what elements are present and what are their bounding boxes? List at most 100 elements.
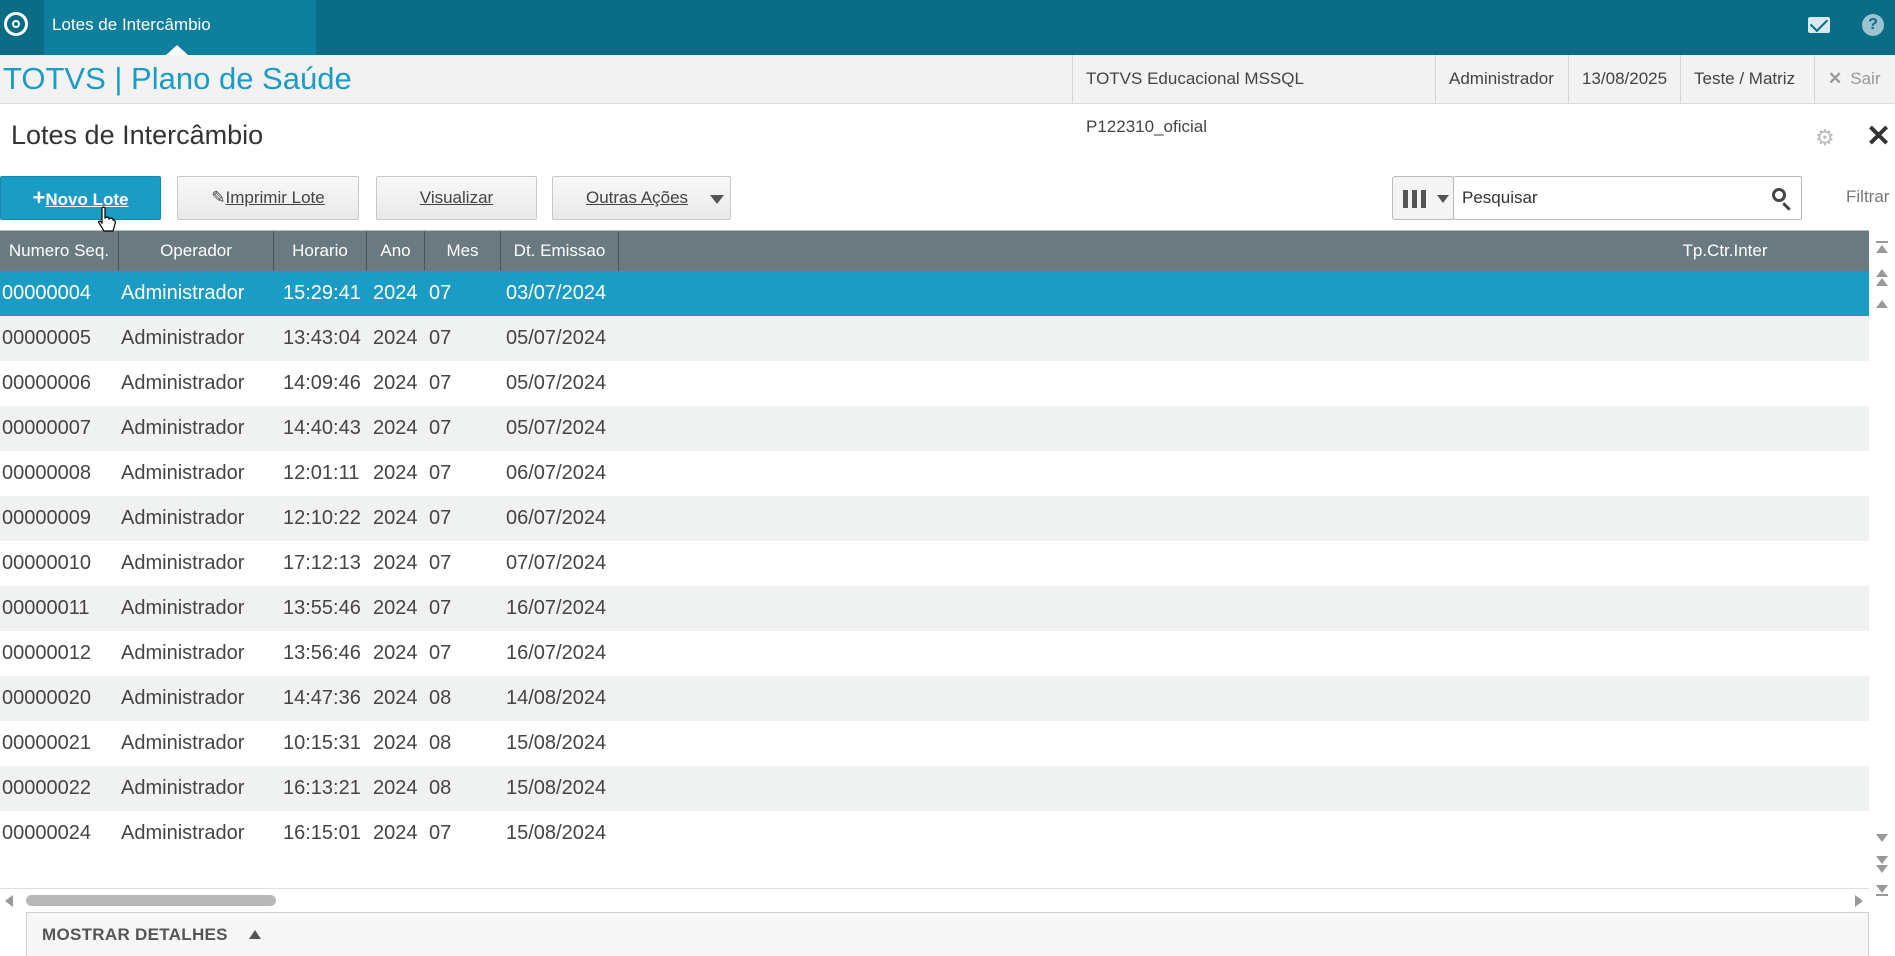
table-row[interactable]: 00000009 Administrador 12:10:22 2024 07 06/07…: [0, 496, 1869, 541]
table-row[interactable]: 00000005 Administrador 13:43:04 2024 07 05/07…: [0, 316, 1869, 361]
cell-ano: 2024: [373, 372, 418, 394]
search-icon[interactable]: [1772, 188, 1786, 202]
scroll-to-bottom-icon[interactable]: [1876, 885, 1888, 893]
col-header-horario[interactable]: Horario: [274, 231, 367, 271]
cell-ano: 2024: [373, 597, 418, 619]
gear-icon[interactable]: ⚙: [1815, 127, 1835, 149]
exit-button[interactable]: ✕ Sair: [1814, 55, 1895, 103]
cell-operador: Administrador: [121, 462, 245, 484]
grid-header: Numero Seq. Operador Horario Ano Mes Dt.…: [0, 231, 1869, 271]
imprimir-lote-button[interactable]: ✎Imprimir Lote: [177, 176, 359, 220]
cell-mes: 07: [429, 507, 452, 529]
cell-operador: Administrador: [121, 732, 245, 754]
scroll-left-icon[interactable]: [5, 895, 13, 907]
scroll-down-icon[interactable]: [1876, 834, 1888, 842]
novo-lote-button[interactable]: +Novo Lote: [0, 176, 161, 220]
cell-mes: 07: [429, 597, 452, 619]
table-row[interactable]: 00000020 Administrador 14:47:36 2024 08 14/08…: [0, 676, 1869, 721]
page-down-icon[interactable]: [1876, 856, 1888, 864]
cell-mes: 08: [429, 777, 452, 799]
table-row[interactable]: 00000021 Administrador 10:15:31 2024 08 15/08…: [0, 721, 1869, 766]
cell-operador: Administrador: [121, 642, 245, 664]
tab-lotes-intercambio[interactable]: Lotes de Intercâmbio [02.9.0033]×: [44, 0, 316, 84]
cell-ano: 2024: [373, 687, 418, 709]
cell-horario: 12:10:22: [283, 507, 361, 529]
table-row[interactable]: 00000008 Administrador 12:01:11 2024 07 06/07…: [0, 451, 1869, 496]
table-row[interactable]: 00000012 Administrador 13:56:46 2024 07 16/07…: [0, 631, 1869, 676]
col-header-numero-seq[interactable]: Numero Seq.: [0, 231, 119, 271]
col-header-tp-ctr-inter[interactable]: Tp.Ctr.Inter: [1600, 231, 1850, 271]
scroll-bottom-bar: [1876, 894, 1888, 896]
page-up-icon-2: [1876, 278, 1888, 286]
scroll-to-top-icon[interactable]: [1876, 245, 1888, 253]
cell-mes: 07: [429, 372, 452, 394]
table-row[interactable]: 00000022 Administrador 16:13:21 2024 08 15/08…: [0, 766, 1869, 811]
col-header-ano[interactable]: Ano: [367, 231, 425, 271]
totvs-logo-icon[interactable]: [4, 12, 28, 36]
cell-dt-emissao: 06/07/2024: [506, 507, 607, 529]
cell-operador: Administrador: [121, 552, 245, 574]
cell-dt-emissao: 05/07/2024: [506, 417, 607, 439]
horizontal-scroll-thumb[interactable]: [26, 895, 276, 906]
cell-horario: 13:56:46: [283, 642, 361, 664]
cell-numero-seq: 00000012: [2, 642, 91, 664]
horizontal-scrollbar[interactable]: [0, 888, 1869, 911]
cell-ano: 2024: [373, 462, 418, 484]
table-row[interactable]: 00000011 Administrador 13:55:46 2024 07 16/07…: [0, 586, 1869, 631]
cell-horario: 17:12:13: [283, 552, 361, 574]
cell-operador: Administrador: [121, 822, 245, 844]
exit-label: Sair: [1850, 69, 1881, 88]
table-row[interactable]: 00000010 Administrador 17:12:13 2024 07 07/07…: [0, 541, 1869, 586]
cell-ano: 2024: [373, 417, 418, 439]
table-row[interactable]: 00000007 Administrador 14:40:43 2024 07 05/07…: [0, 406, 1869, 451]
app-title: TOTVS | Plano de Saúde: [3, 61, 352, 96]
col-header-dt-emissao[interactable]: Dt. Emissao: [501, 231, 619, 271]
cell-operador: Administrador: [121, 282, 245, 304]
help-icon[interactable]: ?: [1862, 14, 1884, 36]
cell-ano: 2024: [373, 642, 418, 664]
mostrar-detalhes-bar[interactable]: MOSTRAR DETALHES: [26, 912, 1869, 956]
table-row-selected[interactable]: 00000004 Administrador 15:29:41 2024 07 03/07…: [0, 271, 1869, 316]
filter-link[interactable]: Filtrar: [1846, 187, 1889, 207]
col-header-mes[interactable]: Mes: [425, 231, 501, 271]
pencil-icon: ✎: [211, 188, 226, 207]
table-row[interactable]: 00000006 Administrador 14:09:46 2024 07 05/07…: [0, 361, 1869, 406]
outras-acoes-button[interactable]: Outras Ações: [552, 176, 731, 220]
cell-horario: 10:15:31: [283, 732, 361, 754]
page-up-icon[interactable]: [1876, 269, 1888, 277]
mail-icon[interactable]: [1808, 17, 1830, 33]
visualizar-button[interactable]: Visualizar: [376, 176, 537, 220]
cell-dt-emissao: 15/08/2024: [506, 732, 607, 754]
cell-dt-emissao: 05/07/2024: [506, 372, 607, 394]
cell-horario: 15:29:41: [283, 282, 361, 304]
table-row[interactable]: 00000024 Administrador 16:15:01 2024 07 15/08…: [0, 811, 1869, 856]
cell-dt-emissao: 15/08/2024: [506, 777, 607, 799]
cell-ano: 2024: [373, 327, 418, 349]
cell-operador: Administrador: [121, 597, 245, 619]
page-title: Lotes de Intercâmbio: [11, 120, 264, 150]
cell-dt-emissao: 05/07/2024: [506, 327, 607, 349]
cell-mes: 07: [429, 282, 452, 304]
scroll-right-icon[interactable]: [1855, 895, 1863, 907]
cell-operador: Administrador: [121, 507, 245, 529]
vertical-scrollbar[interactable]: [1869, 230, 1895, 910]
cell-ano: 2024: [373, 282, 418, 304]
close-icon[interactable]: ✕: [1866, 122, 1891, 152]
cell-ano: 2024: [373, 552, 418, 574]
column-selector-button[interactable]: [1392, 176, 1454, 220]
header-bar: TOTVS | Plano de Saúde TOTVS Educacional…: [0, 55, 1895, 136]
search-input[interactable]: [1462, 177, 1762, 219]
col-header-operador[interactable]: Operador: [119, 231, 274, 271]
cell-numero-seq: 00000011: [2, 597, 90, 619]
date-info: 13/08/2025: [1568, 55, 1680, 103]
cell-mes: 07: [429, 327, 452, 349]
cell-numero-seq: 00000004: [2, 282, 91, 304]
cell-mes: 07: [429, 822, 452, 844]
branch-info[interactable]: Teste / Matriz: [1680, 55, 1814, 103]
cell-horario: 13:43:04: [283, 327, 361, 349]
imprimir-lote-label: Imprimir Lote: [225, 188, 325, 207]
cell-horario: 16:15:01: [283, 822, 361, 844]
cell-ano: 2024: [373, 822, 418, 844]
chevron-down-icon: [710, 195, 724, 204]
scroll-up-icon[interactable]: [1876, 300, 1888, 308]
